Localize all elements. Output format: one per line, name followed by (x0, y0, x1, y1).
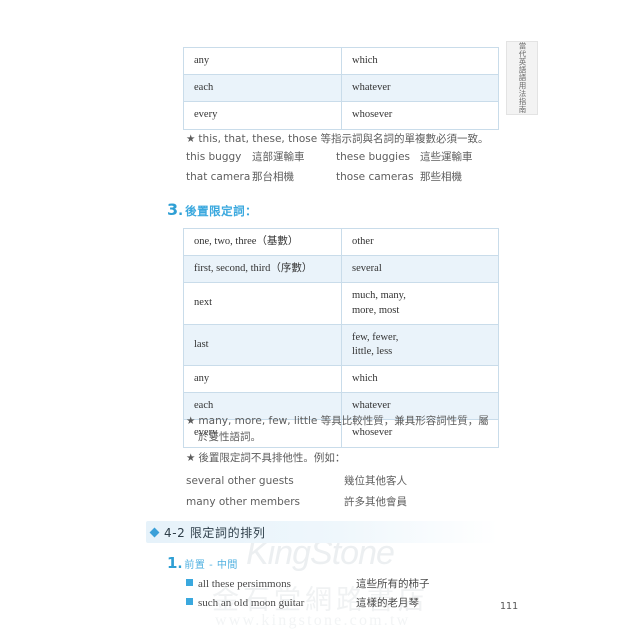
star-icon: ★ (186, 415, 196, 427)
example-row-order-2: such an old moon guitar 這樣的老月琴 (186, 595, 419, 610)
note-comparative: ★ many, more, few, little 等具比較性質，兼具形容詞性質，… (186, 413, 489, 446)
table-cell-left: any (183, 46, 342, 76)
table-row: one, two, three（基數） other (183, 227, 499, 257)
heading-text: 前置 - 中間 (184, 560, 238, 571)
example-en-plural: these buggies (336, 151, 410, 163)
note-comparative-line2: 於雙性語詞。 (198, 431, 261, 444)
determiners-table-continuation: any which each whatever every whosever (183, 46, 499, 130)
note-nonexclusive-text: 後置限定詞不具排他性。例如： (198, 452, 346, 464)
table-cell-left: first, second, third（序數） (183, 255, 342, 284)
table-cell-right: several (341, 255, 499, 284)
table-cell-right: much, many, more, most (341, 282, 499, 325)
table-cell-left: next (183, 282, 342, 325)
table-cell-left: any (183, 365, 342, 394)
example-zh: 這些所有的柿子 (356, 578, 430, 590)
star-icon: ★ (186, 452, 196, 464)
table-row: every whosever (183, 101, 499, 130)
example-zh-plural: 這些運輸車 (420, 151, 473, 163)
section-heading-title: 4-2 限定詞的排列 (164, 525, 266, 540)
book-page: 當代英語語用法指南 any which each whatever every … (0, 0, 640, 640)
heading-postdeterminers: 3. 後置限定詞： (167, 200, 257, 220)
example-zh-singular: 那台相機 (252, 171, 294, 183)
side-running-tab: 當代英語語用法指南 (506, 41, 538, 115)
example-en-singular: that camera (186, 171, 251, 183)
example-zh: 許多其他會員 (344, 496, 407, 508)
table-row: last few, fewer, little, less (183, 323, 499, 367)
table-cell-right: few, fewer, little, less (341, 323, 499, 367)
table-cell-left: each (183, 74, 342, 103)
section-heading-4-2: 4-2 限定詞的排列 (146, 521, 498, 543)
example-en-plural: those cameras (336, 171, 414, 183)
heading-number-dot: . (178, 204, 184, 219)
heading-text: 後置限定詞： (185, 204, 258, 218)
heading-pre-central: 1. 前置 - 中間 (167, 554, 238, 573)
example-zh: 這樣的老月琴 (356, 597, 419, 609)
example-row-nonexclusive-1: several other guests 幾位其他客人 (186, 473, 407, 488)
side-running-tab-label: 當代英語語用法指南 (518, 42, 528, 114)
table-row: first, second, third（序數） several (183, 255, 499, 284)
example-zh-plural: 那些相機 (420, 171, 462, 183)
star-icon: ★ (186, 133, 196, 145)
table-cell-right: which (341, 365, 499, 394)
note-demonstratives: ★ this, that, these, those 等指示詞與名詞的單複數必須一… (186, 131, 489, 147)
square-bullet-icon (186, 598, 193, 605)
table-cell-left: every (183, 101, 342, 130)
table-row: next much, many, more, most (183, 282, 499, 325)
table-cell-right: whosever (341, 101, 499, 130)
example-en: such an old moon guitar (198, 596, 305, 609)
heading-number: 1 (167, 554, 178, 572)
heading-number-dot: . (177, 557, 183, 572)
example-en-singular: this buggy (186, 151, 242, 163)
note-comparative-line1: many, more, few, little 等具比較性質，兼具形容詞性質，屬 (198, 415, 489, 427)
note-demonstratives-text: this, that, these, those 等指示詞與名詞的單複數必須一致… (198, 133, 489, 145)
example-row-demonstrative-1: this buggy 這部運輸車 these buggies 這些運輸車 (186, 149, 473, 164)
example-zh-singular: 這部運輸車 (252, 151, 305, 163)
table-cell-right: whatever (341, 74, 499, 103)
example-row-nonexclusive-2: many other members 許多其他會員 (186, 494, 407, 509)
table-cell-left: last (183, 323, 342, 367)
example-zh: 幾位其他客人 (344, 475, 407, 487)
note-nonexclusive: ★ 後置限定詞不具排他性。例如： (186, 450, 345, 466)
table-row: each whatever (183, 74, 499, 103)
heading-number: 3 (167, 200, 179, 219)
table-row: any which (183, 46, 499, 76)
example-row-order-1: all these persimmons 這些所有的柿子 (186, 576, 430, 591)
page-number: 111 (500, 601, 519, 612)
table-cell-right: which (341, 46, 499, 76)
table-cell-left: one, two, three（基數） (183, 227, 342, 257)
example-row-demonstrative-2: that camera 那台相機 those cameras 那些相機 (186, 169, 462, 184)
example-en: many other members (186, 496, 301, 508)
table-row: any which (183, 365, 499, 394)
example-en: several other guests (186, 475, 294, 487)
table-cell-right: other (341, 227, 499, 257)
diamond-bullet-icon (149, 527, 160, 537)
example-en: all these persimmons (198, 577, 291, 590)
square-bullet-icon (186, 579, 193, 586)
